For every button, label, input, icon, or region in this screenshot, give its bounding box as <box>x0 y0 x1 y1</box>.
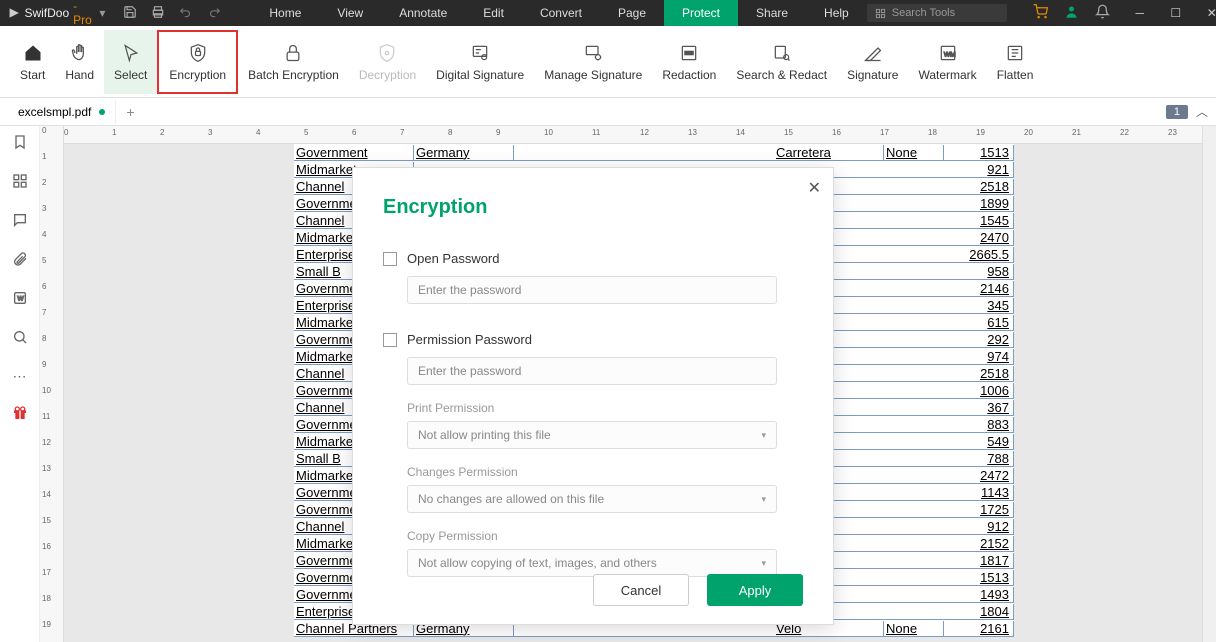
redaction-button[interactable]: Redaction <box>652 30 726 94</box>
menu-item-protect[interactable]: Protect <box>664 0 738 26</box>
watermark-icon: WM <box>937 42 959 64</box>
menu-item-page[interactable]: Page <box>600 0 664 26</box>
changes-permission-label: Changes Permission <box>407 465 803 479</box>
cart-icon[interactable] <box>1033 4 1048 22</box>
bookmark-icon[interactable] <box>12 134 28 153</box>
print-icon[interactable] <box>151 5 165 22</box>
redo-icon[interactable] <box>207 5 221 22</box>
document-tab[interactable]: excelsmpl.pdf <box>8 100 116 124</box>
menu-item-view[interactable]: View <box>319 0 381 26</box>
search-redact-icon <box>771 42 793 64</box>
table-row: GovernmentGermanyCarreteraNone1513 <box>294 144 1014 161</box>
menu-item-help[interactable]: Help <box>806 0 867 26</box>
menu-item-convert[interactable]: Convert <box>522 0 600 26</box>
pen-icon <box>862 42 884 64</box>
lock-icon <box>282 42 304 64</box>
open-password-checkbox[interactable] <box>383 252 397 266</box>
svg-text:W: W <box>17 296 24 303</box>
search-redact-button[interactable]: Search & Redact <box>726 30 837 94</box>
gear-cert-icon <box>582 42 604 64</box>
digital-signature-button[interactable]: Digital Signature <box>426 30 534 94</box>
thumbnails-icon[interactable] <box>12 173 28 192</box>
main-menu: HomeViewAnnotateEditConvertPageProtectSh… <box>251 0 866 26</box>
vertical-scrollbar[interactable] <box>1202 126 1216 642</box>
modified-dot-icon <box>99 109 105 115</box>
select-button[interactable]: Select <box>104 30 157 94</box>
bell-icon[interactable] <box>1095 4 1110 22</box>
titlebar: SwifDoo-Pro ▾ HomeViewAnnotateEditConver… <box>0 0 1216 26</box>
encryption-dialog: ✕ Encryption Open Password Enter the pas… <box>352 167 834 625</box>
batch-encryption-button[interactable]: Batch Encryption <box>238 30 349 94</box>
cursor-icon <box>120 42 142 64</box>
new-tab-button[interactable]: + <box>126 104 134 120</box>
print-permission-label: Print Permission <box>407 401 803 415</box>
print-permission-select[interactable]: Not allow printing this file▾ <box>407 421 777 449</box>
shield-lock-icon <box>187 42 209 64</box>
document-tabbar: excelsmpl.pdf + 1 ︿ <box>0 98 1216 126</box>
apply-button[interactable]: Apply <box>707 574 803 606</box>
cancel-button[interactable]: Cancel <box>593 574 689 606</box>
copy-permission-select[interactable]: Not allow copying of text, images, and o… <box>407 549 777 577</box>
shield-unlock-icon <box>376 42 398 64</box>
watermark-button[interactable]: WM Watermark <box>908 30 986 94</box>
word-icon[interactable]: W <box>12 290 28 309</box>
hand-button[interactable]: Hand <box>55 30 104 94</box>
cert-icon <box>469 42 491 64</box>
search-icon[interactable] <box>12 329 28 348</box>
attachment-icon[interactable] <box>12 251 28 270</box>
redact-icon <box>678 42 700 64</box>
horizontal-ruler: 01234567891011121314151617181920212223 <box>64 126 1202 144</box>
chevron-down-icon: ▾ <box>761 494 766 505</box>
menu-item-share[interactable]: Share <box>738 0 806 26</box>
comment-icon[interactable] <box>12 212 28 231</box>
decryption-button: Decryption <box>349 30 426 94</box>
home-icon <box>22 42 44 64</box>
page-number-badge[interactable]: 1 <box>1166 105 1188 119</box>
gift-icon[interactable] <box>12 405 28 424</box>
open-password-label: Open Password <box>407 251 500 266</box>
minimize-button[interactable]: ─ <box>1122 0 1158 26</box>
chevron-up-icon[interactable]: ︿ <box>1196 103 1208 120</box>
menu-item-home[interactable]: Home <box>251 0 319 26</box>
menu-item-edit[interactable]: Edit <box>465 0 522 26</box>
manage-signature-button[interactable]: Manage Signature <box>534 30 652 94</box>
menu-item-annotate[interactable]: Annotate <box>381 0 465 26</box>
undo-icon[interactable] <box>179 5 193 22</box>
permission-password-label: Permission Password <box>407 332 532 347</box>
app-dropdown-icon[interactable]: ▾ <box>99 6 105 20</box>
save-icon[interactable] <box>123 5 137 22</box>
permission-password-checkbox[interactable] <box>383 333 397 347</box>
chevron-down-icon: ▾ <box>761 430 766 441</box>
signature-button[interactable]: Signature <box>837 30 908 94</box>
permission-password-input[interactable]: Enter the password <box>407 357 777 385</box>
app-name: SwifDoo-Pro ▾ <box>0 0 113 27</box>
flatten-icon <box>1004 42 1026 64</box>
chevron-down-icon: ▾ <box>761 558 766 569</box>
dialog-close-button[interactable]: ✕ <box>808 178 821 198</box>
encryption-button[interactable]: Encryption <box>157 30 238 94</box>
left-panel: W ⋯ <box>0 126 40 642</box>
copy-permission-label: Copy Permission <box>407 529 803 543</box>
maximize-button[interactable]: ☐ <box>1158 0 1194 26</box>
user-icon[interactable] <box>1064 4 1079 22</box>
changes-permission-select[interactable]: No changes are allowed on this file▾ <box>407 485 777 513</box>
start-button[interactable]: Start <box>10 30 55 94</box>
flatten-button[interactable]: Flatten <box>987 30 1044 94</box>
ellipsis-icon[interactable]: ⋯ <box>13 368 27 385</box>
svg-text:WM: WM <box>943 51 955 58</box>
dialog-title: Encryption <box>353 168 833 219</box>
search-tools-input[interactable]: Search Tools <box>867 4 1007 22</box>
vertical-ruler: 012345678910111213141516171819 <box>40 126 64 642</box>
ribbon: Start Hand Select Encryption Batch Encry… <box>0 26 1216 98</box>
open-password-input[interactable]: Enter the password <box>407 276 777 304</box>
hand-icon <box>69 42 91 64</box>
close-button[interactable]: ✕ <box>1194 0 1216 26</box>
